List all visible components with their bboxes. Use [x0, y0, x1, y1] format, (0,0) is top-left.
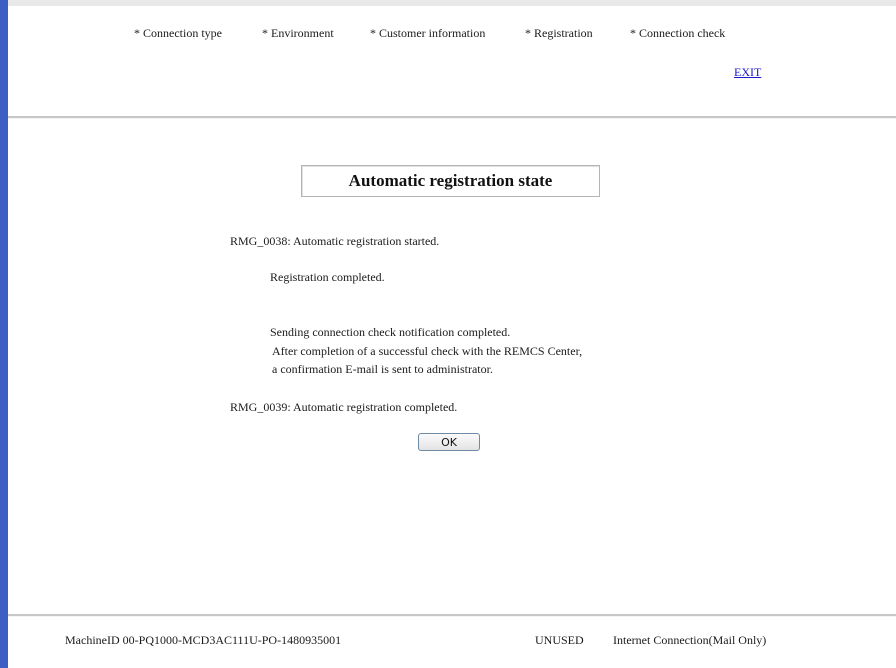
header-divider — [8, 116, 896, 119]
step-registration: * Registration — [525, 26, 593, 40]
status-footer: MachineID 00-PQ1000-MCD3AC111U-PO-148093… — [8, 618, 896, 668]
page-title: Automatic registration state — [301, 165, 600, 197]
message-note-line1: After completion of a successful check w… — [272, 344, 583, 358]
message-note-line2: a confirmation E-mail is sent to adminis… — [272, 362, 493, 376]
step-environment: * Environment — [262, 26, 334, 40]
wizard-header: * Connection type * Environment * Custom… — [8, 6, 896, 116]
step-connection-type: * Connection type — [134, 26, 222, 40]
step-connection-check: * Connection check — [630, 26, 726, 40]
message-registration-finished: RMG_0039: Automatic registration complet… — [230, 400, 458, 414]
connection-type-label: Internet Connection(Mail Only) — [613, 633, 767, 647]
window-left-border — [0, 0, 8, 668]
message-registration-completed: Registration completed. — [270, 270, 385, 284]
registration-window: * Connection type * Environment * Custom… — [0, 0, 896, 668]
status-label: UNUSED — [535, 633, 584, 647]
footer-divider — [8, 614, 896, 617]
step-customer-information: * Customer information — [370, 26, 486, 40]
message-registration-started: RMG_0038: Automatic registration started… — [230, 234, 440, 248]
message-sending-completed: Sending connection check notification co… — [270, 325, 511, 339]
machine-id: MachineID 00-PQ1000-MCD3AC111U-PO-148093… — [65, 633, 342, 647]
exit-link[interactable]: EXIT — [734, 65, 761, 80]
ok-button[interactable]: OK — [418, 433, 480, 451]
